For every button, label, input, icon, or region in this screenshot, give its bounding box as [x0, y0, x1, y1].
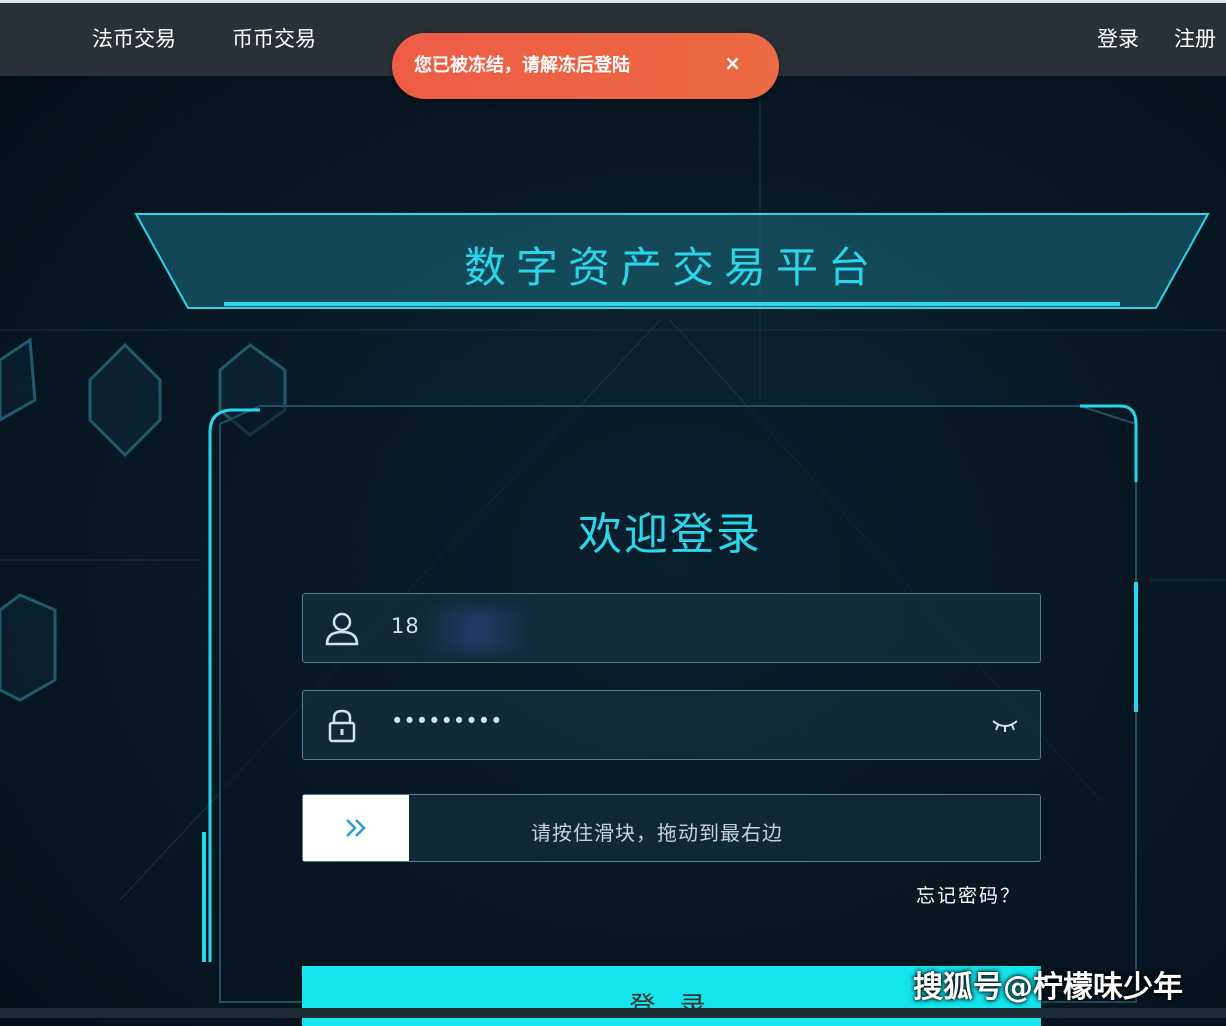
nav-link-coin-trading[interactable]: 币币交易 — [232, 23, 316, 53]
platform-title: 数字资产交易平台 — [463, 243, 880, 292]
password-field[interactable]: ••••••••• — [302, 690, 1041, 760]
nav-link-register[interactable]: 注册 — [1174, 23, 1216, 53]
error-toast: 您已被冻结，请解冻后登陆 × — [392, 33, 779, 99]
username-field[interactable]: 18 — [302, 593, 1041, 663]
bottom-strip — [0, 1008, 1226, 1018]
user-icon — [325, 612, 359, 646]
nav-link-fiat-trading[interactable]: 法币交易 — [92, 23, 176, 53]
slider-handle[interactable] — [303, 795, 409, 861]
lock-icon — [328, 709, 356, 743]
welcome-heading: 欢迎登录 — [578, 509, 762, 560]
forgot-password-link[interactable]: 忘记密码？ — [916, 881, 1021, 908]
slider-hint: 请按住滑块，拖动到最右边 — [531, 821, 783, 845]
redaction-blur — [423, 608, 533, 652]
eye-closed-icon[interactable] — [990, 715, 1020, 735]
double-chevron-right-icon — [346, 819, 366, 837]
watermark: 搜狐号@柠檬味少年 — [913, 970, 1183, 1005]
close-icon[interactable]: × — [724, 51, 741, 75]
platform-banner: 数字资产交易平台 — [134, 212, 1210, 312]
slider-captcha[interactable]: 请按住滑块，拖动到最右边 — [302, 794, 1041, 862]
toast-message: 您已被冻结，请解冻后登陆 — [414, 55, 630, 76]
nav-link-login[interactable]: 登录 — [1097, 23, 1139, 53]
username-value: 18 — [391, 614, 420, 638]
password-value: ••••••••• — [391, 709, 503, 733]
